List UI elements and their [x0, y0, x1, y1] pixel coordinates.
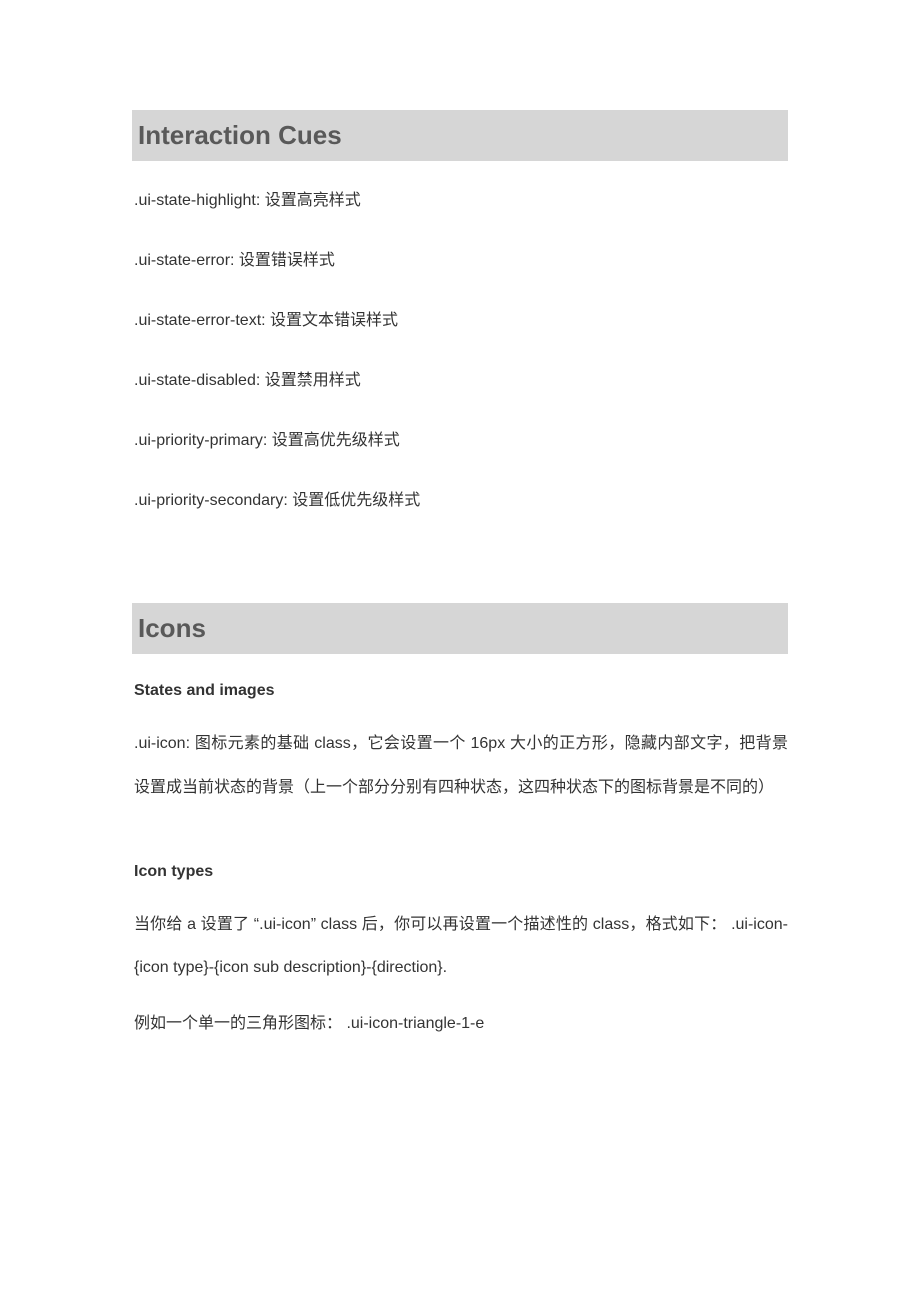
- subheading-icon-types: Icon types: [134, 863, 788, 881]
- definition-line: .ui-priority-secondary: 设置低优先级样式: [134, 489, 788, 513]
- subheading-states-and-images: States and images: [134, 682, 788, 700]
- definition-line: .ui-state-highlight: 设置高亮样式: [134, 189, 788, 213]
- definition-line: .ui-priority-primary: 设置高优先级样式: [134, 429, 788, 453]
- definition-line: .ui-state-error-text: 设置文本错误样式: [134, 309, 788, 333]
- section-header-icons: Icons: [132, 603, 788, 654]
- definition-line: .ui-state-error: 设置错误样式: [134, 249, 788, 273]
- section-header-interaction-cues: Interaction Cues: [132, 110, 788, 161]
- definition-line: .ui-state-disabled: 设置禁用样式: [134, 369, 788, 393]
- states-paragraph: .ui-icon: 图标元素的基础 class，它会设置一个 16px 大小的正…: [134, 722, 788, 808]
- icon-types-example: 例如一个单一的三角形图标： .ui-icon-triangle-1-e: [134, 1011, 788, 1037]
- icon-types-paragraph: 当你给 a 设置了 “.ui-icon” class 后，你可以再设置一个描述性…: [134, 903, 788, 989]
